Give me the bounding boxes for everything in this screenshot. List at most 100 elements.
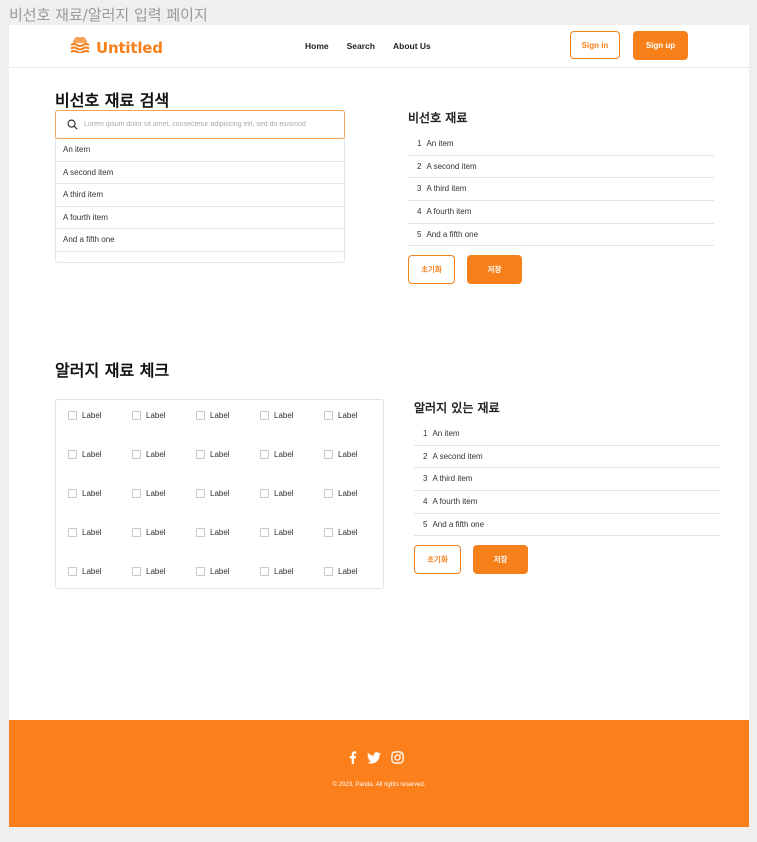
checkbox-box[interactable] <box>260 528 269 537</box>
checkbox-box[interactable] <box>260 489 269 498</box>
allergy-reset-button[interactable]: 초기화 <box>414 545 461 574</box>
allergy-checkbox[interactable]: Label <box>132 450 196 459</box>
allergy-checkbox[interactable]: Label <box>196 450 260 459</box>
list-item[interactable]: 3A third item <box>408 178 714 202</box>
list-item[interactable]: 1 An item <box>414 423 720 446</box>
allergy-checkbox[interactable]: Label <box>68 567 132 576</box>
checkbox-box[interactable] <box>68 567 77 576</box>
allergy-checkbox[interactable]: Label <box>196 489 260 498</box>
allergy-checkbox[interactable]: Label <box>260 567 324 576</box>
brand-name: Untitled <box>96 38 163 57</box>
allergy-check-title: 알러지 재료 체크 <box>55 361 170 380</box>
allergy-checkbox[interactable]: Label <box>132 489 196 498</box>
checkbox-box[interactable] <box>324 489 333 498</box>
checkbox-box[interactable] <box>260 450 269 459</box>
search-result-item[interactable]: A third item <box>56 184 344 207</box>
list-item[interactable]: 3A third item <box>414 468 720 492</box>
dislike-search-panel: An item A second item A third item A fou… <box>55 110 345 263</box>
allergy-checkbox[interactable]: Label <box>196 528 260 537</box>
checkbox-box[interactable] <box>132 411 141 420</box>
search-result-list: An item A second item A third item A fou… <box>56 139 344 252</box>
checkbox-box[interactable] <box>132 450 141 459</box>
checkbox-box[interactable] <box>68 411 77 420</box>
allergy-checkbox[interactable]: Label <box>260 528 324 537</box>
checkbox-box[interactable] <box>132 528 141 537</box>
dislike-save-button[interactable]: 저장 <box>467 255 522 284</box>
checkbox-box[interactable] <box>68 528 77 537</box>
allergy-checkbox[interactable]: Label <box>196 411 260 420</box>
allergy-checkbox[interactable]: Label <box>68 411 132 420</box>
search-icon <box>56 119 82 130</box>
search-result-item[interactable]: And a fifth one <box>56 229 344 252</box>
copyright-text: © 2023. Panda. All rights reserved. <box>332 782 426 788</box>
allergy-checkbox[interactable]: Label <box>324 450 388 459</box>
social-links <box>349 751 404 764</box>
sign-in-button[interactable]: Sign in <box>570 31 620 59</box>
dislike-search-box[interactable] <box>55 110 345 139</box>
allergy-selected-title: 알러지 있는 재료 <box>414 401 500 415</box>
allergy-checkbox[interactable]: Label <box>324 567 388 576</box>
dislike-selected-title: 비선호 재료 <box>408 111 468 125</box>
twitter-icon[interactable] <box>367 751 381 764</box>
checkbox-box[interactable] <box>324 567 333 576</box>
checkbox-box[interactable] <box>196 489 205 498</box>
main-nav: Home Search About Us <box>305 41 449 51</box>
allergy-checkbox[interactable]: Label <box>132 567 196 576</box>
checkbox-box[interactable] <box>260 411 269 420</box>
checkbox-box[interactable] <box>196 528 205 537</box>
checkbox-box[interactable] <box>196 567 205 576</box>
list-item[interactable]: 2A second item <box>414 446 720 469</box>
checkbox-row: Label Label Label Label Label <box>68 489 388 498</box>
allergy-checkbox[interactable]: Label <box>68 528 132 537</box>
header: Untitled Home Search About Us Sign in Si… <box>9 25 749 68</box>
frame-title: 비선호 재료/알러지 입력 페이지 <box>9 6 208 24</box>
dislike-reset-button[interactable]: 초기화 <box>408 255 455 284</box>
checkbox-box[interactable] <box>132 567 141 576</box>
allergy-checkbox[interactable]: Label <box>324 411 388 420</box>
checkbox-box[interactable] <box>260 567 269 576</box>
allergy-checkbox[interactable]: Label <box>324 528 388 537</box>
allergy-checkbox[interactable]: Label <box>324 489 388 498</box>
allergy-checkbox[interactable]: Label <box>68 489 132 498</box>
allergy-checkbox[interactable]: Label <box>196 567 260 576</box>
allergy-selected-list: 1 An item 2A second item 3A third item 4A… <box>414 423 720 537</box>
logo[interactable]: Untitled <box>70 36 163 58</box>
checkbox-row: Label Label Label Label Label <box>68 450 388 459</box>
list-item[interactable]: 1 An item <box>408 133 714 156</box>
checkbox-box[interactable] <box>68 450 77 459</box>
waves-logo-icon <box>70 36 90 58</box>
allergy-checkbox-grid: Label Label Label Label Label Label Labe… <box>55 399 384 589</box>
allergy-checkbox[interactable]: Label <box>132 411 196 420</box>
checkbox-box[interactable] <box>196 411 205 420</box>
nav-about-us[interactable]: About Us <box>393 41 431 51</box>
list-item[interactable]: 4A fourth item <box>408 201 714 224</box>
sign-up-button[interactable]: Sign up <box>633 31 688 60</box>
list-item[interactable]: 2A second item <box>408 156 714 179</box>
list-item[interactable]: 5 And a fifth one <box>414 514 720 537</box>
search-result-item[interactable]: A second item <box>56 162 344 184</box>
allergy-checkbox[interactable]: Label <box>132 528 196 537</box>
allergy-checkbox[interactable]: Label <box>260 411 324 420</box>
search-result-item[interactable]: A fourth item <box>56 207 344 229</box>
checkbox-box[interactable] <box>132 489 141 498</box>
dislike-search-input[interactable] <box>82 120 336 129</box>
list-item[interactable]: 5 And a fifth one <box>408 224 714 247</box>
allergy-checkbox[interactable]: Label <box>260 489 324 498</box>
search-result-item[interactable]: An item <box>56 139 344 162</box>
instagram-icon[interactable] <box>391 751 404 764</box>
nav-search[interactable]: Search <box>347 41 375 51</box>
facebook-icon[interactable] <box>349 751 357 764</box>
allergy-save-button[interactable]: 저장 <box>473 545 528 574</box>
checkbox-box[interactable] <box>324 411 333 420</box>
allergy-checkbox[interactable]: Label <box>68 450 132 459</box>
checkbox-box[interactable] <box>324 450 333 459</box>
checkbox-box[interactable] <box>196 450 205 459</box>
list-item[interactable]: 4A fourth item <box>414 491 720 514</box>
checkbox-box[interactable] <box>324 528 333 537</box>
checkbox-row: Label Label Label Label Label <box>68 411 388 420</box>
nav-home[interactable]: Home <box>305 41 329 51</box>
footer: © 2023. Panda. All rights reserved. <box>9 720 749 827</box>
allergy-checkbox[interactable]: Label <box>260 450 324 459</box>
checkbox-box[interactable] <box>68 489 77 498</box>
page: Untitled Home Search About Us Sign in Si… <box>9 25 749 827</box>
